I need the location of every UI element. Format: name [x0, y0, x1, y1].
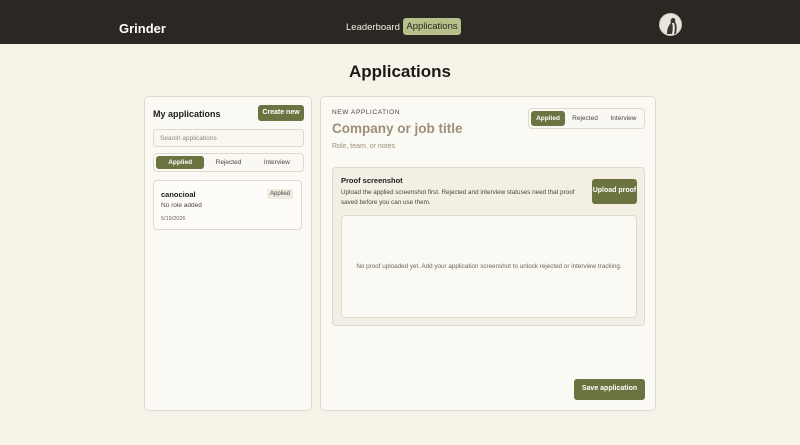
page-title: Applications: [348, 62, 451, 81]
proof-dropzone[interactable]: No proof uploaded yet. Add your applicat…: [341, 215, 637, 318]
filter-applied-tab[interactable]: Applied: [156, 156, 205, 169]
nav-applications[interactable]: Applications: [403, 18, 461, 35]
user-avatar-icon[interactable]: [659, 13, 682, 36]
filter-interview-tab[interactable]: Interview: [253, 156, 301, 169]
status-rejected-option[interactable]: Rejected: [565, 111, 605, 126]
avatar-image: [660, 14, 681, 35]
top-navigation-bar: Grinder Leaderboard Applications: [0, 0, 800, 44]
new-application-label: NEW APPLICATION: [332, 109, 401, 116]
filter-rejected-tab[interactable]: Rejected: [204, 156, 252, 169]
upload-proof-button[interactable]: Upload proof: [592, 179, 637, 204]
my-applications-heading: My applications: [153, 109, 221, 119]
nav-leaderboard[interactable]: Leaderboard: [346, 22, 400, 33]
proof-screenshot-section: Proof screenshot Upload the applied scre…: [332, 167, 645, 326]
create-new-button[interactable]: Create new: [258, 105, 304, 121]
status-selector: Applied Rejected Interview: [528, 108, 645, 129]
status-badge: Applied: [267, 189, 294, 199]
company-title-input[interactable]: Company or job title: [332, 121, 463, 136]
search-applications-input[interactable]: Search applications: [153, 129, 304, 147]
proof-empty-text: No proof uploaded yet. Add your applicat…: [356, 263, 622, 270]
save-application-button[interactable]: Save application: [574, 379, 645, 400]
status-interview-option[interactable]: Interview: [605, 111, 642, 126]
application-date: 5/19/2026: [161, 216, 186, 222]
status-filter-tabs: Applied Rejected Interview: [153, 153, 304, 172]
proof-description: Upload the applied screenshot first. Rej…: [341, 189, 575, 206]
brand-logo[interactable]: Grinder: [119, 21, 166, 36]
application-role: No role added: [161, 202, 202, 209]
status-applied-option[interactable]: Applied: [531, 111, 565, 126]
proof-title: Proof screenshot: [341, 176, 403, 185]
role-notes-input[interactable]: Role, team, or notes: [332, 143, 395, 150]
application-card[interactable]: canocioal Applied No role added 5/19/202…: [153, 180, 302, 230]
application-company: canocioal: [161, 190, 196, 199]
new-application-panel: NEW APPLICATION Company or job title Rol…: [320, 96, 656, 411]
my-applications-panel: My applications Create new Search applic…: [144, 96, 312, 411]
